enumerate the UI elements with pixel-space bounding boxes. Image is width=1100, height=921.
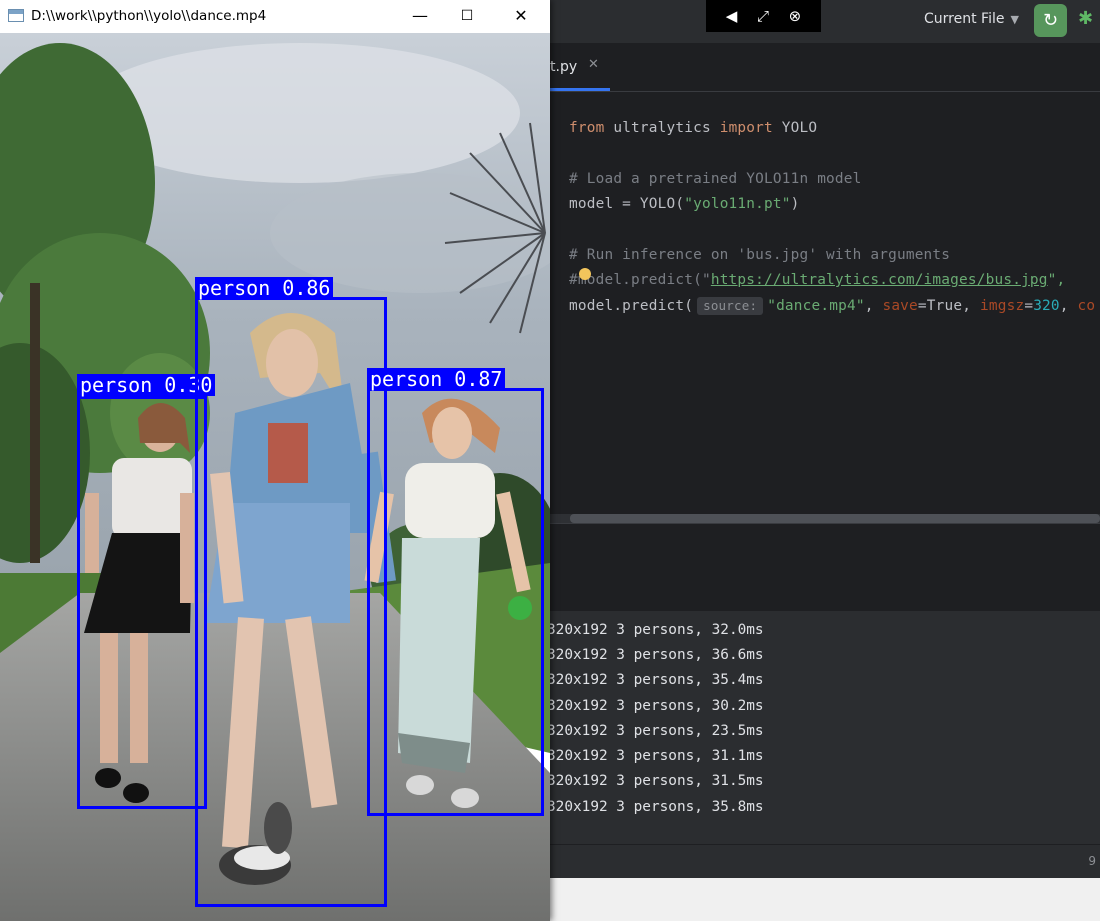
detection-box: [77, 396, 207, 809]
screen-overlay-toolbar: ◀ ⤢ ⊗: [706, 0, 821, 32]
detection-label: person 0.87: [367, 368, 506, 390]
detection-box: [195, 297, 387, 907]
desktop-background: [550, 878, 1100, 921]
close-circle-icon[interactable]: ⊗: [789, 8, 802, 24]
detection-box: [367, 388, 544, 816]
chevron-down-icon: ▼: [1010, 12, 1019, 26]
status-text: 9: [1088, 854, 1096, 868]
console-line: 320x192 3 persons, 36.6ms: [547, 647, 764, 663]
window-app-icon: [8, 9, 24, 22]
video-window[interactable]: D:\\work\\python\\yolo\\dance.mp4 — ☐ ✕: [0, 0, 550, 921]
editor-horizontal-scrollbar[interactable]: [550, 514, 1100, 523]
parameter-hint: source:: [697, 297, 764, 315]
detection-label: person 0.86: [195, 277, 334, 299]
code-line-comment-run: # Run inference on 'bus.jpg' with argume…: [569, 247, 951, 263]
video-frame: person 0.30 person 0.86 person 0.87: [0, 33, 550, 921]
code-line-import: from ultralytics import YOLO: [569, 120, 818, 136]
code-editor[interactable]: from ultralytics import YOLO # Load a pr…: [550, 92, 1100, 522]
lightbulb-icon[interactable]: [579, 268, 591, 280]
debug-button[interactable]: ✱: [1078, 8, 1100, 32]
close-button[interactable]: ✕: [509, 5, 533, 27]
code-line-predict: model.predict(source: "dance.mp4", save=T…: [569, 297, 1096, 315]
status-bar: 9: [550, 844, 1100, 879]
code-line-commented-predict: #model.predict("https://ultralytics.com/…: [569, 272, 1066, 288]
console-line: 320x192 3 persons, 23.5ms: [547, 723, 764, 739]
window-titlebar[interactable]: D:\\work\\python\\yolo\\dance.mp4 — ☐ ✕: [0, 0, 550, 33]
minimize-button[interactable]: —: [408, 5, 432, 27]
resize-icon[interactable]: ⤢: [757, 8, 769, 24]
maximize-button[interactable]: ☐: [455, 5, 479, 27]
bug-icon: ✱: [1078, 8, 1094, 29]
pointer-icon[interactable]: ◀: [726, 8, 738, 24]
code-line-model: model = YOLO("yolo11n.pt"): [569, 196, 800, 212]
console-line: 320x192 3 persons, 35.8ms: [547, 799, 764, 815]
run-button[interactable]: ↻: [1034, 4, 1067, 37]
run-configuration-selector[interactable]: Current File ▼: [924, 11, 1019, 27]
console-line: 320x192 3 persons, 35.4ms: [547, 672, 764, 688]
console-line: 320x192 3 persons, 31.5ms: [547, 773, 764, 789]
console-line: 320x192 3 persons, 30.2ms: [547, 698, 764, 714]
window-title: D:\\work\\python\\yolo\\dance.mp4: [31, 8, 267, 24]
code-line-comment-load: # Load a pretrained YOLO11n model: [569, 171, 862, 187]
console-line: 320x192 3 persons, 31.1ms: [547, 748, 764, 764]
rerun-icon: ↻: [1042, 10, 1059, 31]
scrollbar-thumb[interactable]: [570, 514, 1100, 523]
tab-close-icon[interactable]: ✕: [588, 57, 599, 72]
tool-window-header: [550, 523, 1100, 612]
run-config-label: Current File: [924, 11, 1005, 27]
run-console[interactable]: 320x192 3 persons, 32.0ms 320x192 3 pers…: [547, 611, 1100, 844]
console-line: 320x192 3 persons, 32.0ms: [547, 622, 764, 638]
tab-label: t.py: [550, 59, 578, 75]
